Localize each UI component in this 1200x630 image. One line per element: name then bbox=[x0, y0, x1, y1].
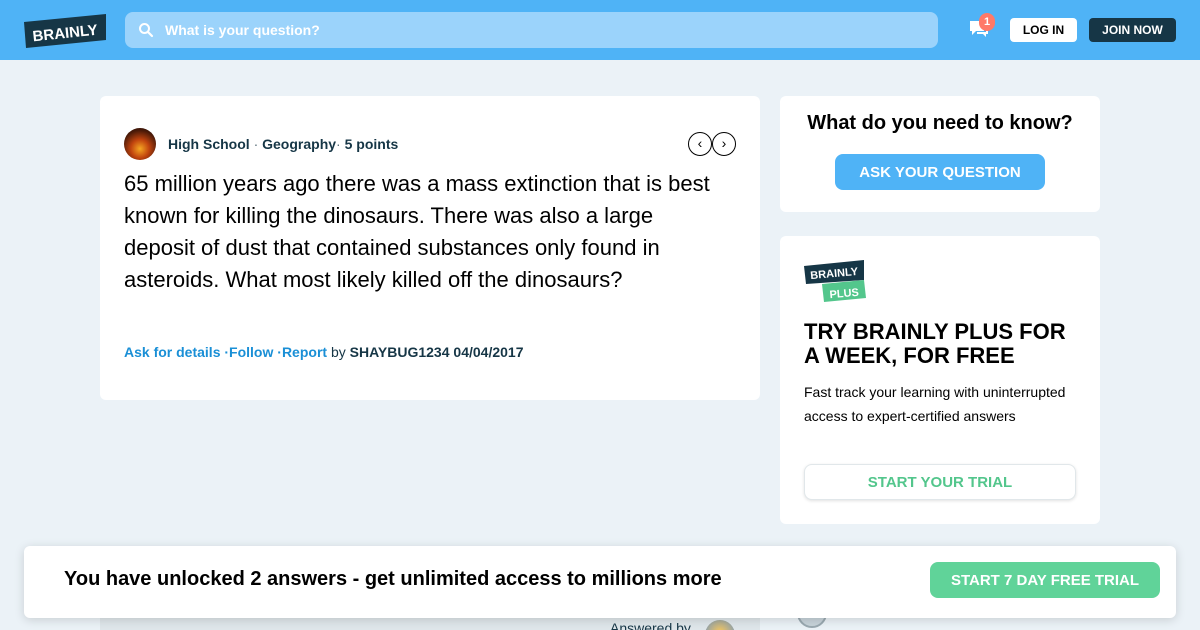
chevron-right-icon: › bbox=[721, 135, 727, 151]
ask-question-card: What do you need to know? ASK YOUR QUEST… bbox=[780, 96, 1100, 212]
ask-your-question-button[interactable]: ASK YOUR QUESTION bbox=[835, 154, 1045, 190]
by-label: by bbox=[330, 344, 346, 360]
search-input[interactable] bbox=[165, 12, 925, 48]
question-card: High School · Geography· 5 points ‹ › 65… bbox=[100, 96, 760, 400]
next-question-button[interactable]: › bbox=[712, 132, 736, 156]
plus-logo-bottom: PLUS bbox=[829, 287, 859, 302]
plus-description: Fast track your learning with uninterrup… bbox=[804, 384, 1066, 424]
question-date: 04/04/2017 bbox=[453, 344, 524, 360]
log-in-button[interactable]: LOG IN bbox=[1010, 18, 1077, 42]
top-nav-bar: BRAINLY 1 LOG IN JOIN NOW bbox=[0, 0, 1200, 60]
brainly-logo[interactable]: BRAINLY bbox=[24, 14, 106, 48]
ask-title: What do you need to know? bbox=[807, 112, 1073, 134]
chevron-left-icon: ‹ bbox=[697, 135, 703, 151]
question-meta: High School · Geography· 5 points bbox=[168, 136, 398, 152]
subject-link[interactable]: Geography bbox=[262, 136, 336, 152]
start-free-trial-button[interactable]: START 7 DAY FREE TRIAL bbox=[930, 562, 1160, 598]
points-value: 5 points bbox=[344, 136, 399, 152]
banner-message: You have unlocked 2 answers - get unlimi… bbox=[64, 568, 722, 590]
notification-badge: 1 bbox=[979, 13, 995, 31]
asker-avatar[interactable] bbox=[124, 128, 156, 160]
search-bar[interactable] bbox=[125, 12, 938, 48]
previous-question-button[interactable]: ‹ bbox=[688, 132, 712, 156]
brainly-plus-logo: BRAINLY PLUS bbox=[804, 260, 866, 302]
search-icon bbox=[139, 23, 154, 38]
join-now-button[interactable]: JOIN NOW bbox=[1089, 18, 1176, 42]
plus-title: TRY BRAINLY PLUS FOR A WEEK, FOR FREE bbox=[804, 319, 1066, 368]
question-actions: Ask for details ·Follow ·Report by SHAYB… bbox=[124, 344, 523, 360]
question-text: 65 million years ago there was a mass ex… bbox=[124, 171, 710, 292]
answered-by-label: Answered by bbox=[610, 620, 691, 630]
school-level[interactable]: High School bbox=[168, 136, 250, 152]
unlock-banner: You have unlocked 2 answers - get unlimi… bbox=[24, 546, 1176, 618]
report-link[interactable]: Report bbox=[282, 344, 327, 360]
author-name[interactable]: SHAYBUG1234 bbox=[350, 344, 450, 360]
start-your-trial-button[interactable]: START YOUR TRIAL bbox=[804, 464, 1076, 500]
ask-for-details-link[interactable]: Ask for details bbox=[124, 344, 220, 360]
meta-separator: · bbox=[253, 136, 259, 152]
follow-link[interactable]: Follow bbox=[229, 344, 273, 360]
meta-separator: · bbox=[336, 136, 341, 152]
brainly-plus-card: BRAINLY PLUS TRY BRAINLY PLUS FOR A WEEK… bbox=[780, 236, 1100, 524]
